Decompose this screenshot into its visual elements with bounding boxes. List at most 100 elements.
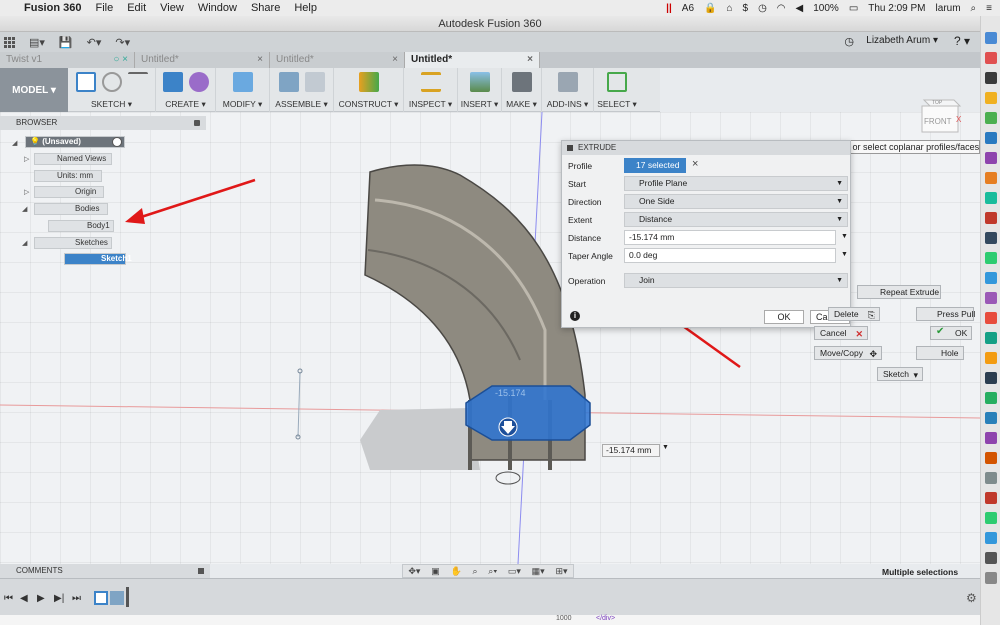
close-icon[interactable]: × <box>257 52 263 68</box>
profile-selection[interactable]: 17 selected <box>624 158 686 173</box>
ok-button[interactable]: OK <box>764 310 804 324</box>
activate-icon[interactable] <box>112 137 122 147</box>
job-status-icon[interactable]: ◷ <box>844 35 854 48</box>
dock-app-icon[interactable] <box>985 32 997 44</box>
measure-icon[interactable] <box>420 72 441 92</box>
dock-app-icon[interactable] <box>985 172 997 184</box>
go-to-end-icon[interactable]: ⏭ <box>72 593 81 604</box>
select-icon[interactable] <box>607 72 627 92</box>
make-group[interactable]: MAKE ▾ <box>502 68 542 112</box>
zoom-icon[interactable]: ⌕ <box>472 566 477 577</box>
browser-root[interactable]: 💡 (Unsaved) <box>25 136 125 148</box>
browser-sketches[interactable]: Sketches <box>34 237 112 249</box>
inspect-group[interactable]: INSPECT ▾ <box>404 68 458 112</box>
dropdown-icon[interactable]: ▼ <box>841 251 848 258</box>
dock-app-icon[interactable] <box>985 232 997 244</box>
pan-icon[interactable]: ✋ <box>450 566 461 577</box>
dock-app-icon[interactable] <box>985 452 997 464</box>
wifi-icon[interactable]: ◠ <box>777 3 786 14</box>
sketch-group[interactable]: SKETCH ▾ <box>68 68 156 112</box>
orbit-icon[interactable]: ✥▾ <box>408 566 420 577</box>
menu-window[interactable]: Window <box>198 2 237 14</box>
dock-app-icon[interactable] <box>985 412 997 424</box>
print-icon[interactable] <box>511 72 532 92</box>
home-icon[interactable]: ⌂ <box>726 3 732 14</box>
fit-icon[interactable]: ⌕▾ <box>488 566 497 577</box>
pin-icon[interactable] <box>198 568 204 574</box>
dock-app-icon[interactable] <box>985 252 997 264</box>
dock-app-icon[interactable] <box>985 312 997 324</box>
scripts-icon[interactable] <box>557 72 578 92</box>
viewcube-top[interactable]: TOP <box>932 100 943 106</box>
step-forward-icon[interactable]: ▶| <box>54 593 64 604</box>
plane-icon[interactable] <box>358 72 379 92</box>
tab-untitled-active[interactable]: Untitled* × <box>405 52 540 68</box>
dock-app-icon[interactable] <box>985 472 997 484</box>
browser-sketch1[interactable]: Sketch1 <box>64 253 132 265</box>
undo-icon[interactable]: ↶▾ <box>87 36 102 49</box>
dock-app-icon[interactable] <box>985 512 997 524</box>
image-icon[interactable] <box>469 72 490 92</box>
dock-app-icon[interactable] <box>985 132 997 144</box>
menu-edit[interactable]: Edit <box>127 2 146 14</box>
dock-app-icon[interactable] <box>985 292 997 304</box>
dock-app-icon[interactable] <box>985 332 997 344</box>
user-account[interactable]: Lizabeth Arum ▾ <box>866 35 938 46</box>
clock-text[interactable]: Thu 2:09 PM <box>868 3 925 14</box>
tab-untitled-1[interactable]: Untitled* × <box>135 52 270 68</box>
volume-icon[interactable]: ◀ <box>796 3 804 14</box>
battery-percent[interactable]: 100% <box>813 3 839 14</box>
hole-button[interactable]: Hole <box>916 346 964 360</box>
dock-app-icon[interactable] <box>985 272 997 284</box>
browser-units[interactable]: Units: mm <box>34 170 102 182</box>
dock-app-icon[interactable] <box>985 72 997 84</box>
bulb-icon[interactable]: 💡 <box>30 137 40 146</box>
search-icon[interactable]: ⌕ <box>971 3 977 14</box>
timeline-sketch-feature[interactable] <box>94 591 108 605</box>
file-icon[interactable]: ▤▾ <box>29 36 45 49</box>
distance-input-canvas[interactable]: -15.174 mm <box>602 444 660 457</box>
operation-select[interactable]: Join ▼ <box>624 273 848 288</box>
insert-group[interactable]: INSERT ▾ <box>458 68 502 112</box>
menu-help[interactable]: Help <box>294 2 317 14</box>
go-to-start-icon[interactable]: ⏮ <box>4 593 13 604</box>
extent-select[interactable]: Distance ▼ <box>624 212 848 227</box>
delete-button[interactable]: Delete ⎘ <box>828 307 880 321</box>
modify-group[interactable]: MODIFY ▾ <box>216 68 270 112</box>
collapse-icon[interactable]: ◢ <box>22 239 27 247</box>
tab-twist[interactable]: Twist v1 ○ × <box>0 52 135 68</box>
info-icon[interactable]: i <box>570 311 580 321</box>
gear-icon[interactable]: ⚙ <box>966 591 977 605</box>
status-bars-icon[interactable]: || <box>666 3 672 14</box>
create-group[interactable]: CREATE ▾ <box>156 68 216 112</box>
expand-icon[interactable]: ▷ <box>24 188 29 196</box>
dock-app-icon[interactable] <box>985 492 997 504</box>
browser-body1[interactable]: Body1 <box>48 220 114 232</box>
construct-group[interactable]: CONSTRUCT ▾ <box>334 68 404 112</box>
menu-share[interactable]: Share <box>251 2 280 14</box>
pin-icon[interactable] <box>194 120 200 126</box>
extrude-header[interactable]: EXTRUDE <box>562 141 850 155</box>
browser-header[interactable]: BROWSER <box>0 116 206 130</box>
grid-icon[interactable]: ▦▾ <box>532 566 545 577</box>
comments-panel[interactable]: COMMENTS <box>0 564 210 578</box>
data-panel-icon[interactable] <box>4 36 15 48</box>
sketch-submenu-button[interactable]: Sketch ▾ <box>877 367 923 381</box>
create-sketch-icon[interactable] <box>75 72 96 92</box>
press-pull-button[interactable]: Press Pull <box>916 307 975 321</box>
move-copy-button[interactable]: Move/Copy ✥ <box>814 346 882 360</box>
direction-select[interactable]: One Side ▼ <box>624 194 848 209</box>
cancel-mm-button[interactable]: Cancel ✕ <box>814 326 868 340</box>
dock-app-icon[interactable] <box>985 212 997 224</box>
list-icon[interactable]: ≡ <box>986 3 992 14</box>
display-icon[interactable]: ▭▾ <box>508 566 521 577</box>
browser-named-views[interactable]: Named Views <box>34 153 112 165</box>
dock-app-icon[interactable] <box>985 552 997 564</box>
save-icon[interactable]: 💾 <box>59 36 73 49</box>
dropdown-icon[interactable]: ▼ <box>841 233 848 240</box>
joint-icon[interactable] <box>278 72 299 92</box>
dock-app-icon[interactable] <box>985 352 997 364</box>
dock-app-icon[interactable] <box>985 392 997 404</box>
stop-sketch-icon[interactable] <box>101 72 122 92</box>
close-icon[interactable]: × <box>392 52 398 68</box>
